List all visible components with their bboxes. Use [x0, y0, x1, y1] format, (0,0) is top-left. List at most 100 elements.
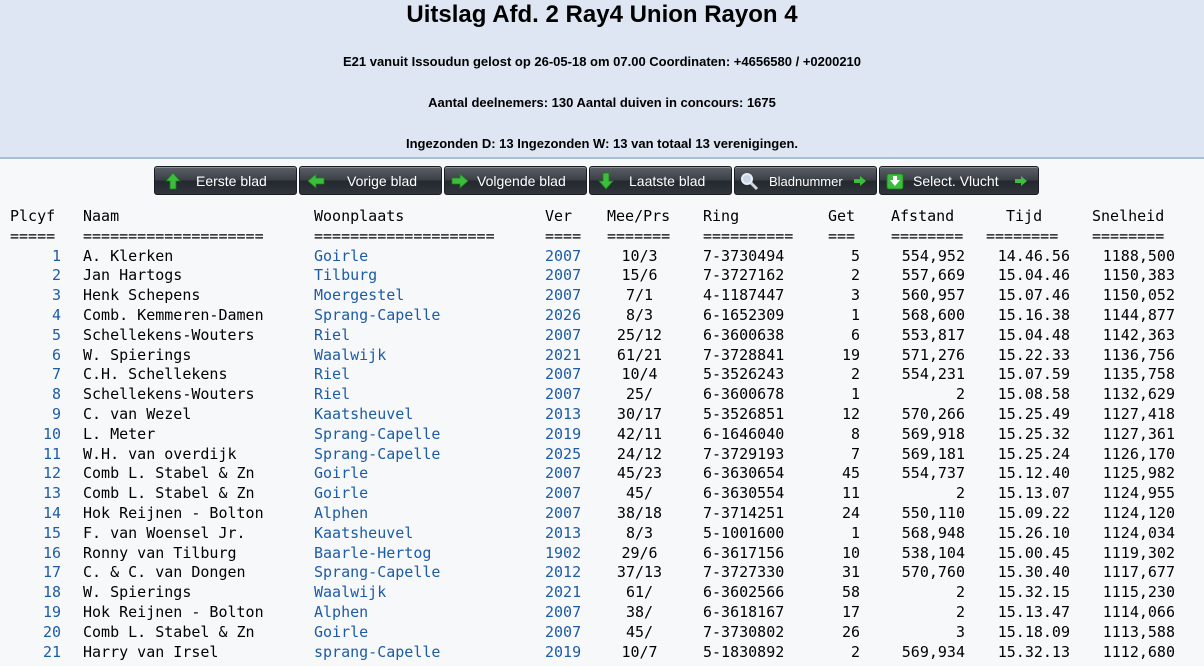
- plcyf-cell: 8: [51, 385, 61, 404]
- meeprs-cell: 38/: [625, 602, 654, 621]
- tijd-cell: 15.07.46: [997, 286, 1070, 305]
- ver-cell[interactable]: 2007: [545, 504, 587, 524]
- previous-page-button[interactable]: Vorige blad: [299, 166, 442, 195]
- get-cell: 1: [850, 305, 860, 324]
- woonplaats-cell[interactable]: sprang-Capelle: [314, 643, 544, 663]
- ver-cell[interactable]: 2013: [545, 524, 587, 544]
- last-page-button[interactable]: Laatste blad: [589, 166, 732, 195]
- woonplaats-cell[interactable]: Sprang-Capelle: [314, 445, 544, 465]
- first-page-button[interactable]: Eerste blad: [154, 166, 297, 195]
- ver-cell[interactable]: 2007: [545, 247, 587, 267]
- plcyf-cell: 14: [42, 503, 61, 522]
- woonplaats-cell[interactable]: Kaatsheuvel: [314, 524, 544, 544]
- afstand-cell: 550,110: [901, 503, 965, 522]
- table-row: 6 W. Spierings Waalwijk 2021 61/21 7-3728841 1…: [0, 346, 1204, 366]
- ring-cell: 5-3526243: [703, 365, 785, 384]
- woonplaats-cell[interactable]: Moergestel: [314, 286, 544, 306]
- ver-cell[interactable]: 1902: [545, 544, 587, 564]
- woonplaats-cell[interactable]: Goirle: [314, 623, 544, 643]
- get-cell: 2: [850, 365, 860, 384]
- ver-cell[interactable]: 2007: [545, 385, 587, 405]
- snelheid-cell: 1125,982: [1102, 464, 1175, 483]
- naam-cell: W. Spierings: [83, 345, 192, 364]
- page-number-button[interactable]: Bladnummer: [734, 166, 877, 195]
- woonplaats-cell[interactable]: Sprang-Capelle: [314, 563, 544, 583]
- ver-cell[interactable]: 2021: [545, 583, 587, 603]
- next-page-button[interactable]: Volgende blad: [444, 166, 587, 195]
- snelheid-cell: 1150,383: [1102, 266, 1175, 285]
- woonplaats-cell[interactable]: Goirle: [314, 247, 544, 267]
- naam-cell: Henk Schepens: [83, 286, 201, 305]
- plcyf-cell: 11: [42, 444, 61, 463]
- woonplaats-cell[interactable]: Sprang-Capelle: [314, 306, 544, 326]
- arrow-right-icon: [854, 176, 866, 186]
- afstand-cell: 538,104: [901, 543, 965, 562]
- ring-cell: 7-3727162: [703, 266, 785, 285]
- tijd-cell: 15.25.32: [997, 424, 1070, 443]
- plcyf-cell: 10: [42, 424, 61, 443]
- ver-cell[interactable]: 2007: [545, 603, 587, 623]
- get-cell: 6: [850, 325, 860, 344]
- naam-cell: Comb L. Stabel & Zn: [83, 464, 255, 483]
- woonplaats-cell[interactable]: Kaatsheuvel: [314, 405, 544, 425]
- snelheid-cell: 1124,955: [1102, 484, 1175, 503]
- ver-cell[interactable]: 2007: [545, 365, 587, 385]
- ver-cell[interactable]: 2025: [545, 445, 587, 465]
- woonplaats-cell[interactable]: Sprang-Capelle: [314, 425, 544, 445]
- table-row: 21 Harry van Irsel sprang-Capelle 2019 10/7 5…: [0, 643, 1204, 663]
- afstand-cell: 554,231: [901, 365, 965, 384]
- naam-cell: W. Spierings: [83, 583, 192, 602]
- results-table: Plcyf Naam Woonplaats Ver Mee/Prs Ring G…: [0, 207, 1204, 666]
- ver-cell[interactable]: 2026: [545, 306, 587, 326]
- afstand-cell: 2: [955, 484, 965, 503]
- woonplaats-cell[interactable]: Alphen: [314, 504, 544, 524]
- meeprs-cell: 45/23: [616, 464, 663, 483]
- ver-cell[interactable]: 2019: [545, 425, 587, 445]
- ver-cell[interactable]: 2012: [545, 563, 587, 583]
- snelheid-cell: 1188,500: [1102, 246, 1175, 265]
- meeprs-cell: 61/: [625, 583, 654, 602]
- meeprs-cell: 10/4: [621, 365, 658, 384]
- woonplaats-cell[interactable]: Riel: [314, 365, 544, 385]
- woonplaats-cell[interactable]: Waalwijk: [314, 583, 544, 603]
- arrow-left-icon: [307, 173, 325, 189]
- woonplaats-cell[interactable]: Waalwijk: [314, 346, 544, 366]
- plcyf-cell: 3: [51, 286, 61, 305]
- ver-cell[interactable]: 2007: [545, 484, 587, 504]
- select-flight-button[interactable]: Select. Vlucht: [879, 166, 1039, 195]
- get-cell: 10: [841, 543, 860, 562]
- woonplaats-cell[interactable]: Riel: [314, 326, 544, 346]
- tijd-cell: 15.00.45: [997, 543, 1070, 562]
- snelheid-cell: 1113,588: [1102, 622, 1175, 641]
- meeprs-cell: 25/: [625, 385, 654, 404]
- afstand-cell: 553,817: [901, 325, 965, 344]
- arrow-down-icon: [598, 172, 614, 190]
- ver-cell[interactable]: 2013: [545, 405, 587, 425]
- woonplaats-cell[interactable]: Goirle: [314, 464, 544, 484]
- ver-cell[interactable]: 2007: [545, 623, 587, 643]
- woonplaats-cell[interactable]: Alphen: [314, 603, 544, 623]
- ver-cell[interactable]: 2007: [545, 266, 587, 286]
- naam-cell: C. van Wezel: [83, 404, 192, 423]
- ring-cell: 6-3617156: [703, 543, 785, 562]
- plcyf-cell: 4: [51, 305, 61, 324]
- separator-naam: ====================: [83, 226, 264, 245]
- snelheid-cell: 1124,034: [1102, 523, 1175, 542]
- afstand-cell: 568,600: [901, 305, 965, 324]
- naam-cell: Hok Reijnen - Bolton: [83, 602, 264, 621]
- woonplaats-cell[interactable]: Riel: [314, 385, 544, 405]
- woonplaats-cell[interactable]: Baarle-Hertog: [314, 544, 544, 564]
- ver-cell[interactable]: 2007: [545, 286, 587, 306]
- table-header-row: Plcyf Naam Woonplaats Ver Mee/Prs Ring G…: [0, 207, 1204, 227]
- get-cell: 3: [850, 286, 860, 305]
- woonplaats-cell[interactable]: Goirle: [314, 484, 544, 504]
- woonplaats-cell[interactable]: Tilburg: [314, 266, 544, 286]
- ver-cell[interactable]: 2019: [545, 643, 587, 663]
- ver-cell[interactable]: 2007: [545, 464, 587, 484]
- ring-cell: 6-3630654: [703, 464, 785, 483]
- ver-cell[interactable]: 2007: [545, 326, 587, 346]
- afstand-cell: 569,918: [901, 424, 965, 443]
- ver-cell[interactable]: 2021: [545, 346, 587, 366]
- naam-cell: Jan Hartogs: [83, 266, 183, 285]
- arrow-right-icon: [1015, 176, 1027, 186]
